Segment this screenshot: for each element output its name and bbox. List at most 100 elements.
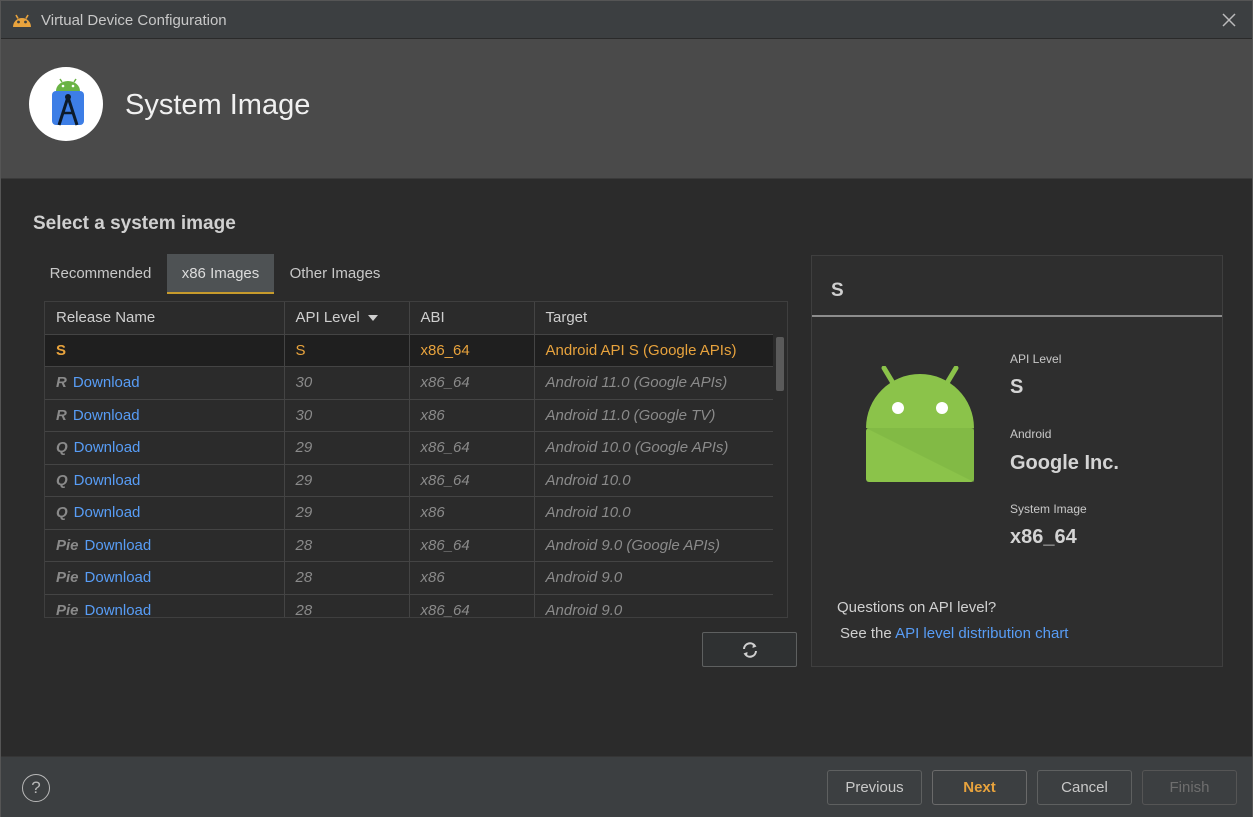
sort-descending-icon [367, 315, 378, 322]
release-code: Pie [56, 569, 79, 587]
column-header-api-level[interactable]: API Level [284, 302, 410, 335]
download-link[interactable]: Download [74, 439, 141, 456]
abi-cell: x86 [409, 496, 535, 530]
api-question-text: Questions on API level? [837, 599, 997, 616]
image-detail-panel: S API Level S Android Google Inc. System… [811, 255, 1223, 667]
abi-cell: x86_64 [409, 366, 535, 400]
finish-button[interactable]: Finish [1142, 770, 1237, 805]
target-cell: Android 9.0 (Google APIs) [534, 529, 773, 562]
api-level-cell: 29 [284, 496, 410, 530]
column-header-target[interactable]: Target [534, 302, 773, 335]
release-name-cell: Pie Download [45, 529, 285, 562]
release-code: Pie [56, 536, 79, 554]
android-studio-icon [13, 14, 31, 27]
android-robot-icon [866, 366, 974, 482]
api-level-label: API Level [1010, 352, 1062, 366]
table-row[interactable]: S Sx86_64 Android API S (Google APIs) [45, 334, 773, 367]
download-link[interactable]: Download [85, 602, 152, 617]
download-link[interactable]: Download [73, 407, 140, 424]
tab-x86-images[interactable]: x86 Images [167, 254, 274, 294]
window-title: Virtual Device Configuration [41, 12, 227, 29]
api-level-value: S [1010, 376, 1024, 398]
release-name-cell: Q Download [45, 464, 285, 497]
release-code: Q [56, 504, 68, 522]
abi-cell: x86_64 [409, 529, 535, 562]
target-cell: Android 9.0 [534, 561, 773, 595]
release-name-cell: Pie Download [45, 561, 285, 595]
target-cell: Android 10.0 [534, 496, 773, 530]
header-banner: System Image [1, 39, 1252, 179]
abi-cell: x86 [409, 561, 535, 595]
release-code: Pie [56, 601, 79, 618]
release-name-cell: S [45, 334, 285, 367]
api-level-cell: 30 [284, 366, 410, 400]
table-row[interactable]: Pie Download 28 x86_64 Android 9.0 [45, 594, 773, 618]
android-studio-logo [29, 67, 103, 141]
tab-other-images[interactable]: Other Images [277, 254, 393, 294]
download-link[interactable]: Download [73, 374, 140, 391]
next-button[interactable]: Next [932, 770, 1027, 805]
release-name-cell: R Download [45, 399, 285, 432]
download-link[interactable]: Download [74, 504, 141, 521]
table-row[interactable]: R Download 30 x86 Android 11.0 (Google TV) [45, 399, 773, 432]
table-row[interactable]: Pie Download 28 x86 Android 9.0 [45, 561, 773, 595]
page-title: System Image [125, 89, 311, 121]
abi-cell: x86_64 [409, 594, 535, 617]
column-header-release-name[interactable]: Release Name [45, 302, 285, 335]
system-image-label: System Image [1010, 502, 1087, 516]
release-name-cell: Pie Download [45, 594, 285, 618]
table-row[interactable]: Q Download 29 x86_64 Android 10.0 (Google AP… [45, 431, 773, 465]
download-link[interactable]: Download [74, 472, 141, 489]
api-level-cell: S [284, 334, 410, 367]
release-code: S [56, 341, 67, 359]
release-name-cell: Q Download [45, 496, 285, 530]
table-row[interactable]: R Download 30 x86_64 Android 11.0 (Google AP… [45, 366, 773, 400]
table-row[interactable]: Q Download 29 x86_64 Android 10.0 [45, 464, 773, 497]
api-level-cell: 30 [284, 399, 410, 432]
detail-title: S [831, 280, 844, 301]
table-row[interactable]: Pie Download 28 x86_64 Android 9.0 (Google A… [45, 529, 773, 562]
abi-cell: x86_64 [409, 431, 535, 465]
target-cell: Android 11.0 (Google TV) [534, 399, 773, 432]
abi-cell: x86_64 [409, 334, 535, 367]
dialog-window: Virtual Device Configuration System Imag… [0, 0, 1253, 817]
target-cell: Android 10.0 (Google APIs) [534, 431, 773, 465]
abi-cell: x86_64 [409, 464, 535, 497]
release-name-cell: Q Download [45, 431, 285, 465]
target-cell: Android API S (Google APIs) [534, 334, 773, 367]
detail-divider [812, 315, 1222, 317]
table-row[interactable]: Q Download 29 x86 Android 10.0 [45, 496, 773, 530]
target-cell: Android 10.0 [534, 464, 773, 497]
cancel-button[interactable]: Cancel [1037, 770, 1132, 805]
close-icon[interactable] [1218, 9, 1240, 31]
table-header-row: Release Name API Level ABI Target [45, 302, 773, 335]
title-bar: Virtual Device Configuration [1, 1, 1252, 39]
api-level-cell: 28 [284, 561, 410, 595]
previous-button[interactable]: Previous [827, 770, 922, 805]
api-level-cell: 28 [284, 529, 410, 562]
api-chart-hint: See the API level distribution chart [840, 625, 1068, 642]
abi-cell: x86 [409, 399, 535, 432]
refresh-icon [743, 642, 757, 658]
table-scrollbar[interactable] [775, 335, 785, 617]
refresh-button[interactable] [702, 632, 797, 667]
release-name-cell: R Download [45, 366, 285, 400]
release-code: R [56, 374, 67, 392]
column-header-abi[interactable]: ABI [409, 302, 535, 335]
system-image-table: Release Name API Level ABI Target S Sx86_… [44, 301, 788, 618]
help-icon[interactable]: ? [22, 774, 50, 802]
api-distribution-link[interactable]: API level distribution chart [895, 625, 1068, 642]
section-title: Select a system image [33, 213, 236, 234]
tab-recommended[interactable]: Recommended [37, 254, 164, 294]
target-cell: Android 9.0 [534, 594, 773, 617]
scrollbar-thumb[interactable] [776, 337, 784, 391]
api-level-cell: 29 [284, 464, 410, 497]
target-cell: Android 11.0 (Google APIs) [534, 366, 773, 400]
download-link[interactable]: Download [85, 569, 152, 586]
download-link[interactable]: Download [85, 537, 152, 554]
release-code: R [56, 406, 67, 424]
see-prefix: See the [840, 625, 896, 642]
vendor-value: Google Inc. [1010, 452, 1119, 474]
footer-bar: ? Previous Next Cancel Finish [1, 756, 1252, 817]
release-code: Q [56, 471, 68, 489]
